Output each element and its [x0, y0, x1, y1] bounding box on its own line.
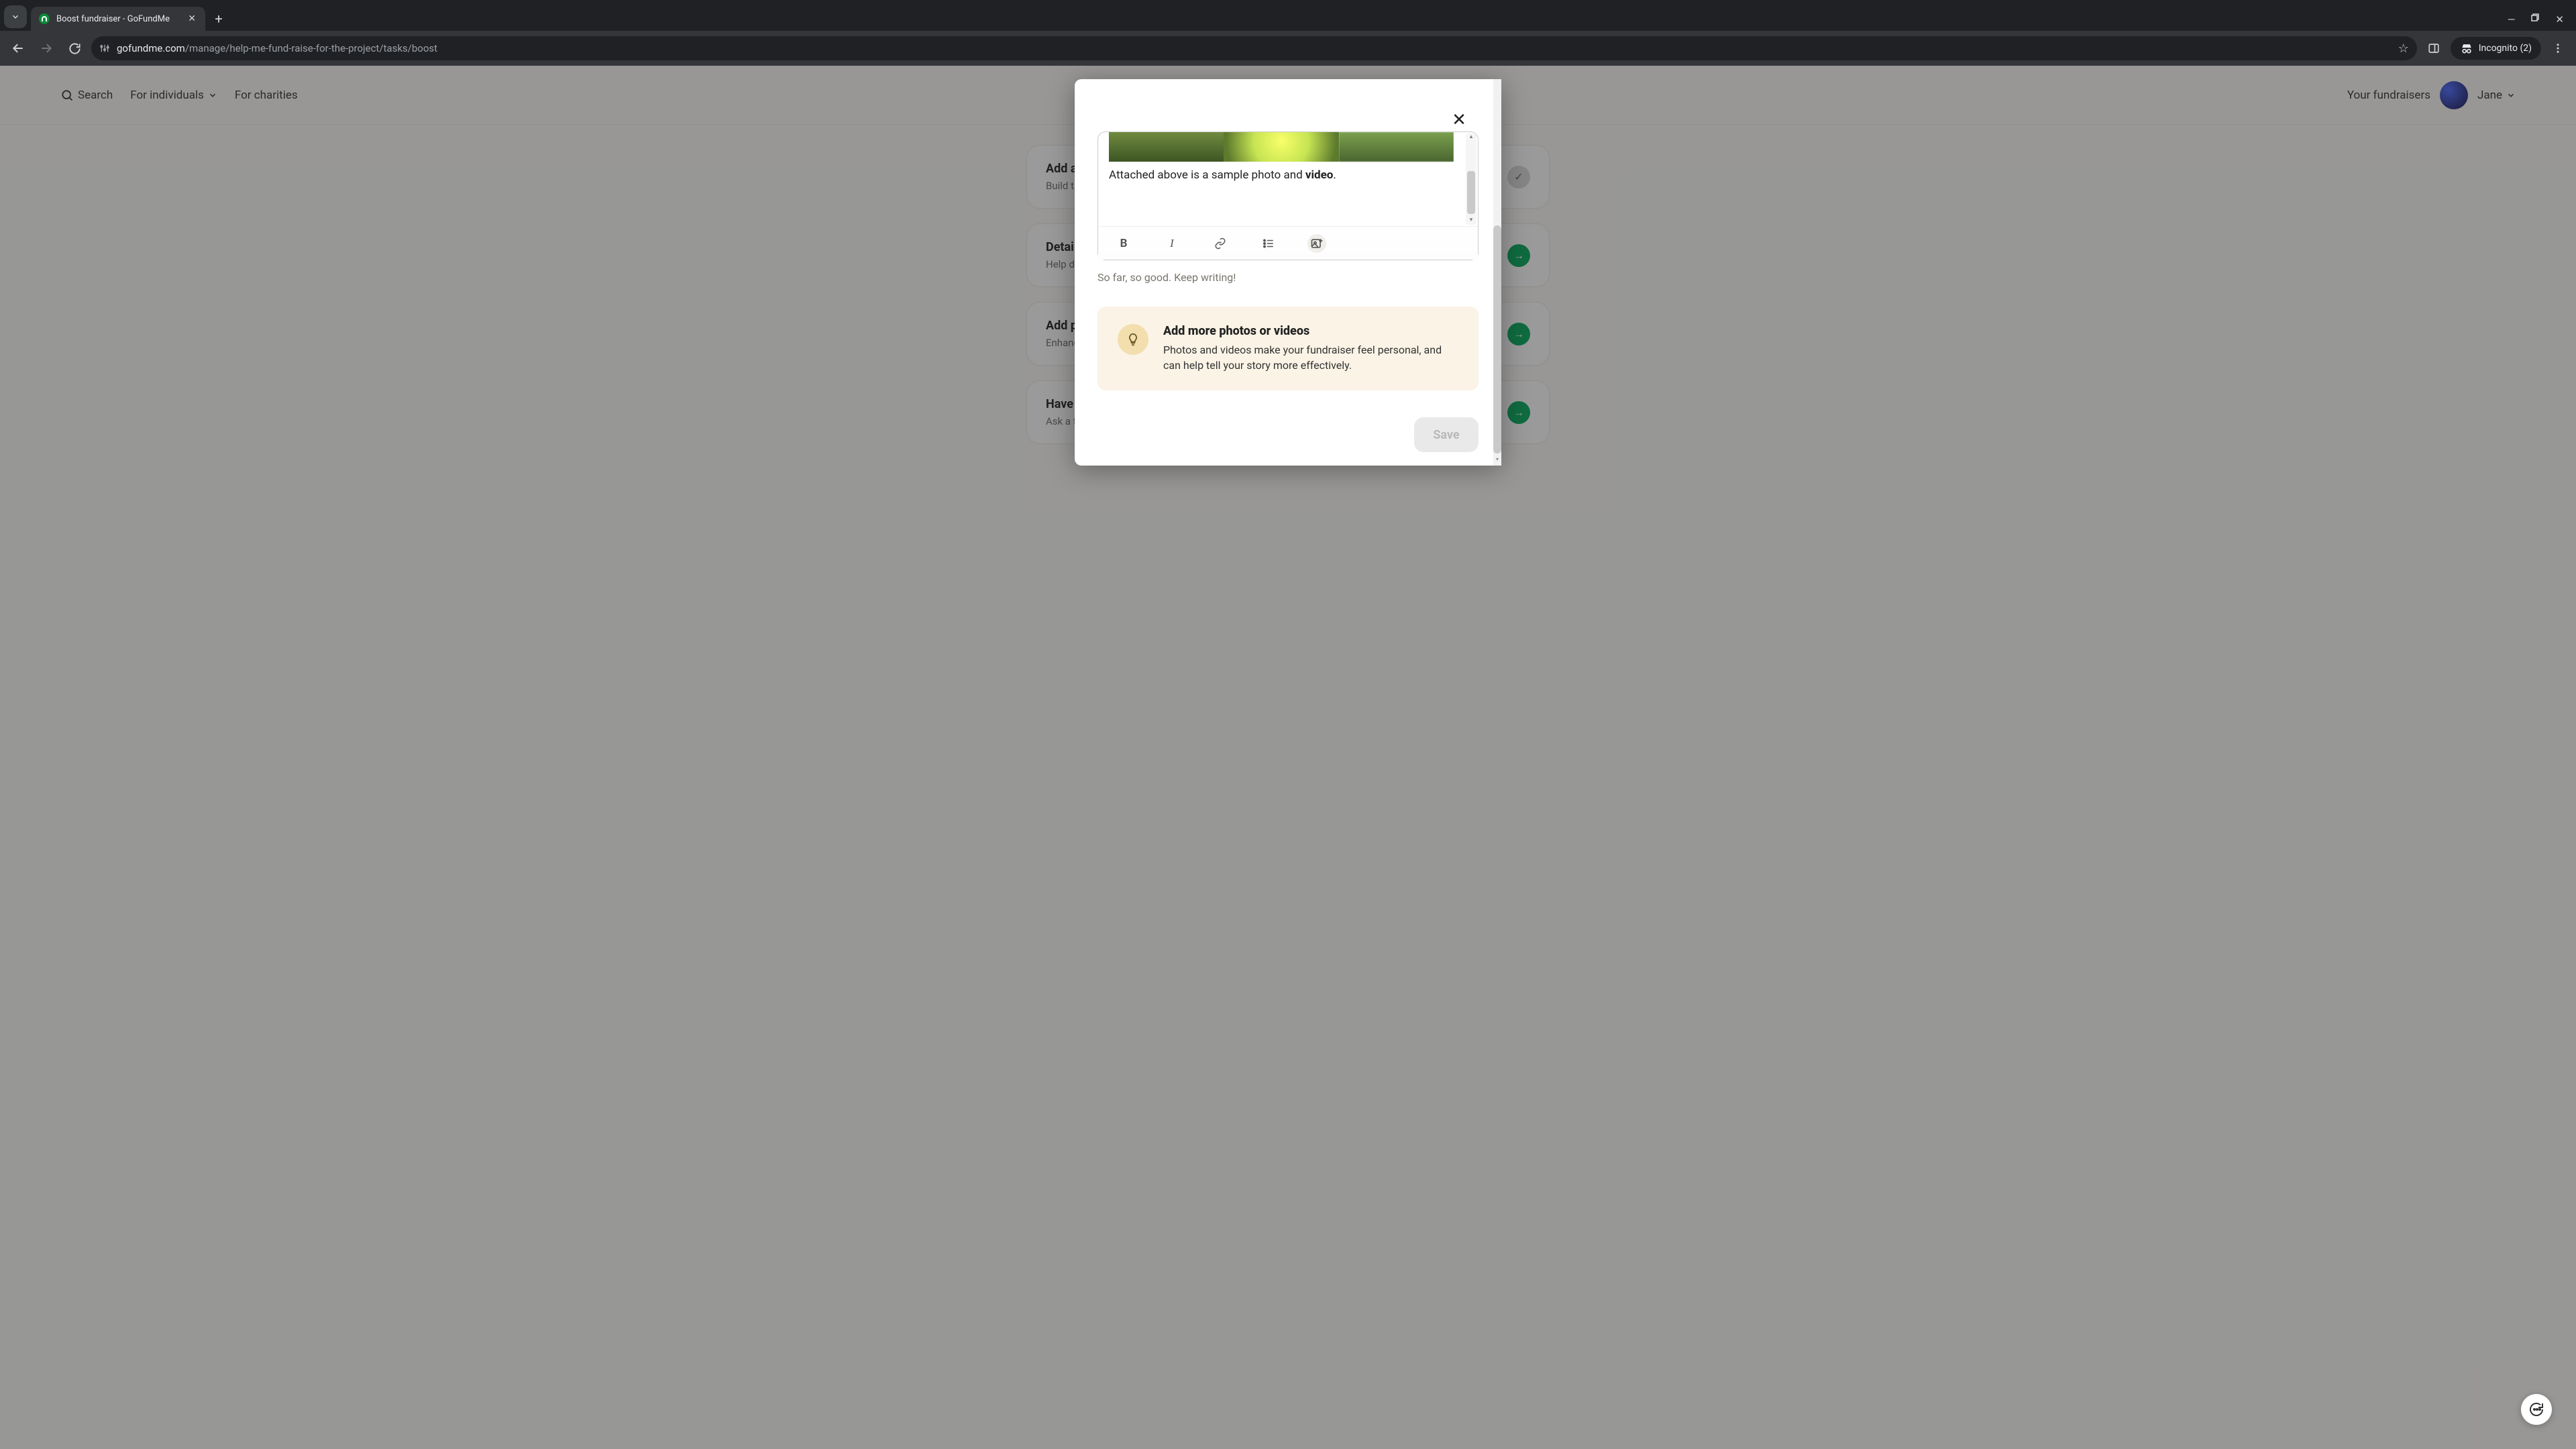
tip-title: Add more photos or videos: [1163, 324, 1458, 338]
editor-scrollbar[interactable]: ▴ ▾: [1466, 133, 1477, 225]
link-button[interactable]: [1211, 234, 1230, 253]
tip-body: Photos and videos make your fundraiser f…: [1163, 342, 1458, 373]
lightbulb-icon: [1118, 324, 1148, 355]
modal-scrollbar[interactable]: ▾: [1493, 79, 1501, 466]
incognito-label: Incognito (2): [2479, 43, 2532, 54]
attached-media-preview[interactable]: [1109, 132, 1454, 162]
new-tab-button[interactable]: +: [209, 9, 228, 28]
reload-icon[interactable]: [63, 37, 86, 60]
side-panel-icon[interactable]: [2422, 37, 2445, 60]
tab-title: Boost fundraiser - GoFundMe: [56, 14, 170, 24]
modal-close-button[interactable]: ✕: [1448, 109, 1470, 131]
browser-menu-icon[interactable]: [2546, 37, 2569, 60]
address-bar[interactable]: gofundme.com/manage/help-me-fund-raise-f…: [91, 36, 2417, 60]
italic-button[interactable]: I: [1163, 234, 1181, 253]
story-text-content[interactable]: Attached above is a sample photo and vid…: [1109, 168, 1454, 182]
save-button[interactable]: Save: [1414, 417, 1479, 452]
editor-helper-text: So far, so good. Keep writing!: [1097, 271, 1479, 284]
insert-media-button[interactable]: [1307, 234, 1326, 253]
incognito-icon: [2460, 42, 2473, 55]
nav-forward-icon: [35, 37, 58, 60]
story-editor-modal: ✕ ▾ Attached above is a sample photo and…: [1075, 79, 1501, 466]
bullet-list-button[interactable]: [1259, 234, 1278, 253]
tab-close-icon[interactable]: ✕: [188, 13, 196, 24]
editor-scrollbar-thumb[interactable]: [1467, 171, 1475, 214]
nav-back-icon[interactable]: [7, 37, 30, 60]
bookmark-star-icon[interactable]: ☆: [2398, 42, 2409, 56]
incognito-indicator[interactable]: Incognito (2): [2451, 37, 2541, 60]
help-chat-fab[interactable]: [2521, 1394, 2552, 1425]
window-maximize-icon[interactable]: [2531, 13, 2539, 25]
bold-button[interactable]: B: [1114, 234, 1133, 253]
chat-refresh-icon: [2528, 1401, 2544, 1417]
modal-scrollbar-thumb[interactable]: [1493, 225, 1501, 453]
gofundme-favicon: [39, 13, 50, 24]
url-text: gofundme.com/manage/help-me-fund-raise-f…: [117, 42, 437, 54]
tab-search-dropdown[interactable]: [4, 5, 27, 28]
browser-tab-active[interactable]: Boost fundraiser - GoFundMe ✕: [31, 7, 205, 31]
story-editor[interactable]: Attached above is a sample photo and vid…: [1097, 131, 1479, 260]
window-minimize-icon[interactable]: —: [2508, 13, 2516, 25]
tip-card: Add more photos or videos Photos and vid…: [1097, 307, 1479, 390]
site-settings-icon[interactable]: [99, 43, 110, 54]
editor-toolbar: B I: [1098, 226, 1478, 260]
window-close-icon[interactable]: ✕: [2555, 13, 2564, 25]
